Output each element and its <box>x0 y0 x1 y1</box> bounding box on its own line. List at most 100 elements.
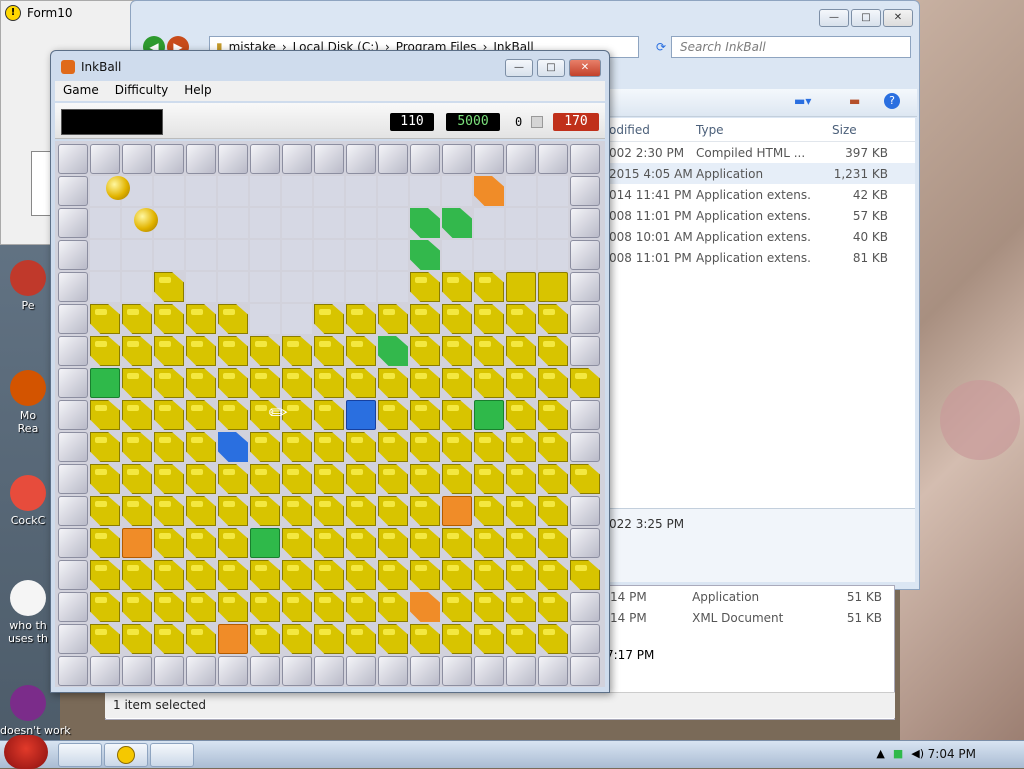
wall-tile <box>570 624 600 654</box>
minimize-button[interactable]: — <box>505 59 533 77</box>
gold-brick <box>186 336 216 366</box>
view-icon[interactable]: ▬▾ <box>794 94 811 108</box>
desktop-icon[interactable]: Mo Rea <box>0 370 56 435</box>
floor-tile <box>218 240 248 270</box>
file-list[interactable]: odified Type Size 002 2:30 PM Compiled HT… <box>609 118 915 508</box>
gold-brick <box>410 496 440 526</box>
column-type[interactable]: Type <box>692 123 812 137</box>
gold-brick <box>154 464 184 494</box>
file-modified: :14 PM <box>606 610 647 625</box>
wall-tile <box>570 272 600 302</box>
inkball-window[interactable]: InkBall — □ ✕ Game Difficulty Help 110 5… <box>50 50 610 693</box>
floor-tile <box>314 176 344 206</box>
gold-brick <box>538 368 568 398</box>
menu-help[interactable]: Help <box>176 81 219 101</box>
gold-brick <box>474 432 504 462</box>
gold-brick <box>442 560 472 590</box>
floor-tile <box>186 176 216 206</box>
wall-tile <box>506 144 536 174</box>
gold-brick <box>378 528 408 558</box>
start-button[interactable] <box>4 735 48 769</box>
file-list-header: odified Type Size <box>609 118 915 142</box>
gold-brick <box>282 368 312 398</box>
minimize-button[interactable]: — <box>819 9 849 27</box>
menu-game[interactable]: Game <box>55 81 107 101</box>
gold-brick <box>538 560 568 590</box>
file-row[interactable]: :14 PM Application 51 KB <box>606 586 886 607</box>
desktop-icon[interactable]: who th uses th <box>0 580 56 645</box>
file-row[interactable]: 002 2:30 PM Compiled HTML ... 397 KB <box>609 142 915 163</box>
gold-brick <box>442 592 472 622</box>
file-row[interactable]: 008 11:01 PM Application extens... 57 KB <box>609 205 915 226</box>
wall-tile <box>250 144 280 174</box>
file-size: 397 KB <box>845 145 888 160</box>
gold-brick <box>122 432 152 462</box>
maximize-button[interactable]: □ <box>851 9 881 27</box>
gold-brick <box>154 336 184 366</box>
help-icon[interactable]: ? <box>884 93 900 109</box>
gold-brick <box>90 432 120 462</box>
clock[interactable]: 7:04 PM <box>928 747 976 761</box>
gold-brick <box>410 464 440 494</box>
floor-tile <box>122 272 152 302</box>
gold-brick <box>122 624 152 654</box>
taskbar-inkball-button[interactable] <box>150 743 194 767</box>
preview-pane-icon[interactable]: ▬ <box>849 94 860 108</box>
wall-tile <box>506 656 536 686</box>
show-hidden-icons[interactable]: ▲ <box>876 747 884 760</box>
column-date-modified[interactable]: odified <box>609 123 692 137</box>
desktop-icon[interactable]: CockC <box>0 475 56 527</box>
file-row[interactable]: 008 10:01 AM Application extens... 40 KB <box>609 226 915 247</box>
wall-tile <box>570 176 600 206</box>
refresh-icon[interactable]: ⟳ <box>656 40 666 54</box>
menu-difficulty[interactable]: Difficulty <box>107 81 177 101</box>
bonus-display: 170 <box>553 113 599 131</box>
wall-tile <box>346 656 376 686</box>
orange-goal-hole <box>122 528 152 558</box>
ball-queue-panel <box>61 109 163 135</box>
taskbar-explorer-button[interactable] <box>58 743 102 767</box>
explorer-toolbar: ▬▾ ▬ ? <box>609 89 917 117</box>
gold-brick <box>90 304 120 334</box>
close-button[interactable]: ✕ <box>569 59 601 77</box>
gold-brick <box>314 592 344 622</box>
taskbar-smiley-button[interactable] <box>104 743 148 767</box>
form10-titlebar[interactable]: ! Form10 <box>1 1 139 25</box>
wall-tile <box>570 240 600 270</box>
wall-tile <box>122 144 152 174</box>
floor-tile <box>250 240 280 270</box>
game-board[interactable]: ✎ <box>55 141 605 687</box>
wall-tile <box>442 656 472 686</box>
file-modified: 008 11:01 PM <box>609 208 692 223</box>
floor-tile <box>282 208 312 238</box>
wall-tile <box>378 656 408 686</box>
floor-tile <box>442 240 472 270</box>
wall-tile <box>154 144 184 174</box>
floor-tile <box>282 240 312 270</box>
wall-tile <box>570 400 600 430</box>
file-row[interactable]: 014 11:41 PM Application extens... 42 KB <box>609 184 915 205</box>
column-size[interactable]: Size <box>812 123 892 137</box>
maximize-button[interactable]: □ <box>537 59 565 77</box>
file-row[interactable]: 008 11:01 PM Application extens... 81 KB <box>609 247 915 268</box>
file-row[interactable]: 2015 4:05 AM Application 1,231 KB <box>609 163 915 184</box>
gold-brick <box>250 560 280 590</box>
gold-brick <box>442 400 472 430</box>
file-row[interactable]: :14 PM XML Document 51 KB <box>606 607 886 628</box>
wall-tile <box>314 144 344 174</box>
network-icon[interactable]: ■ <box>893 747 903 760</box>
gold-brick <box>506 560 536 590</box>
floor-tile <box>90 208 120 238</box>
gold-brick <box>218 368 248 398</box>
search-input[interactable]: Search InkBall <box>671 36 911 58</box>
gold-brick <box>122 464 152 494</box>
desktop-icon[interactable]: Pe <box>0 260 56 312</box>
wall-tile <box>90 144 120 174</box>
floor-tile <box>250 304 280 334</box>
gold-brick <box>282 592 312 622</box>
close-button[interactable]: ✕ <box>883 9 913 27</box>
wall-tile <box>154 656 184 686</box>
volume-icon[interactable]: ◀) <box>911 747 924 760</box>
gold-brick <box>410 560 440 590</box>
wall-tile <box>570 432 600 462</box>
